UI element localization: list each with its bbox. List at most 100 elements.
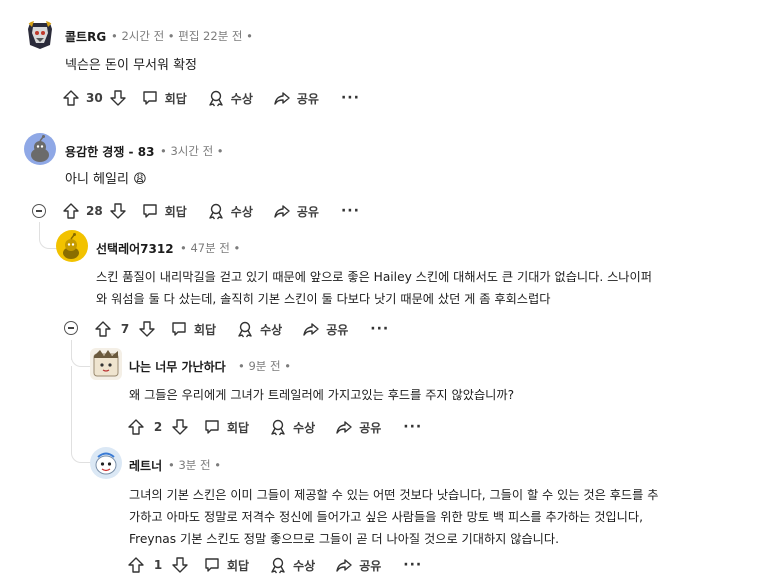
award-ribbon-icon <box>207 89 225 107</box>
share-label: 공유 <box>359 420 382 435</box>
more-options-button[interactable]: ··· <box>403 557 422 573</box>
upvote-arrow-icon[interactable] <box>127 556 145 574</box>
award-label: 수상 <box>230 91 253 106</box>
share-button[interactable]: 공유 <box>335 556 381 574</box>
award-button[interactable]: 수상 <box>207 202 253 220</box>
comment-body-line: 와 워섬을 둘 다 샀는데, 솔직히 기본 스킨이 둘 다보다 낫기 때문에 샀… <box>96 292 551 306</box>
comment-meta: • 3분 전 • <box>168 458 222 472</box>
comment-actions: 2 회답 수상 공유 ··· <box>127 415 422 439</box>
reply-label: 회답 <box>194 322 217 337</box>
award-ribbon-icon <box>269 418 287 436</box>
avatar[interactable] <box>24 19 56 51</box>
downvote-arrow-icon[interactable] <box>171 418 189 436</box>
reply-button[interactable]: 회답 <box>141 89 187 107</box>
reply-label: 회답 <box>164 91 187 106</box>
speech-bubble-icon <box>141 202 159 220</box>
share-arrow-icon <box>335 418 353 436</box>
speech-bubble-icon <box>170 320 188 338</box>
downvote-arrow-icon[interactable] <box>171 556 189 574</box>
reply-label: 회답 <box>227 558 250 573</box>
comment-meta: • 47분 전 • <box>180 241 241 255</box>
award-label: 수상 <box>230 204 253 219</box>
award-button[interactable]: 수상 <box>269 556 315 574</box>
award-button[interactable]: 수상 <box>207 89 253 107</box>
vote-group: 28 <box>62 202 127 220</box>
share-arrow-icon <box>273 202 291 220</box>
share-label: 공유 <box>359 558 382 573</box>
share-arrow-icon <box>302 320 320 338</box>
upvote-arrow-icon[interactable] <box>94 320 112 338</box>
comment-body-line: Freynas 기본 스킨도 정말 좋으므로 그들이 곧 더 나아질 것으로 기… <box>129 532 559 546</box>
more-options-button[interactable]: ··· <box>403 419 422 435</box>
comment-author[interactable]: 나는 너무 가난하다 <box>129 358 226 375</box>
vote-count: 1 <box>153 558 163 572</box>
share-button[interactable]: 공유 <box>273 202 319 220</box>
reply-button[interactable]: 회답 <box>203 418 249 436</box>
speech-bubble-icon <box>141 89 159 107</box>
speech-bubble-icon <box>203 418 221 436</box>
vote-count: 7 <box>120 322 130 336</box>
more-options-button[interactable]: ··· <box>341 90 360 106</box>
share-arrow-icon <box>335 556 353 574</box>
comment-body-line: 그녀의 기본 스킨은 이미 그들이 제공할 수 있는 어떤 것보다 낫습니다, … <box>129 488 659 502</box>
more-options-button[interactable]: ··· <box>341 203 360 219</box>
award-ribbon-icon <box>236 320 254 338</box>
reply-button[interactable]: 회답 <box>203 556 249 574</box>
comment-author[interactable]: 콜트RG <box>65 28 106 45</box>
award-label: 수상 <box>293 558 316 573</box>
comment-author[interactable]: 용감한 경쟁 - 83 <box>65 143 154 160</box>
share-label: 공유 <box>296 204 319 219</box>
comment-body: 아니 헤일리 😩 <box>65 172 147 187</box>
vote-group: 7 <box>94 320 156 338</box>
comment-meta: • 2시간 전 • 편집 22분 전 • <box>111 29 253 43</box>
award-ribbon-icon <box>269 556 287 574</box>
comment-meta: • 9분 전 • <box>238 359 292 373</box>
avatar[interactable] <box>90 447 122 479</box>
reply-label: 회답 <box>227 420 250 435</box>
share-arrow-icon <box>273 89 291 107</box>
downvote-arrow-icon[interactable] <box>109 202 127 220</box>
vote-group: 30 <box>62 89 127 107</box>
comment-author[interactable]: 선택레어7312 <box>96 240 174 257</box>
downvote-arrow-icon[interactable] <box>138 320 156 338</box>
collapse-minus-icon[interactable] <box>32 204 46 218</box>
comment-actions: 1 회답 수상 공유 ··· <box>127 553 422 577</box>
award-label: 수상 <box>260 322 283 337</box>
comment-actions: 28 회답 수상 공유 ··· <box>62 199 360 223</box>
vote-count: 30 <box>86 91 103 105</box>
collapse-minus-icon[interactable] <box>64 321 78 335</box>
reply-button[interactable]: 회답 <box>170 320 216 338</box>
award-label: 수상 <box>293 420 316 435</box>
more-options-button[interactable]: ··· <box>370 321 389 337</box>
share-button[interactable]: 공유 <box>302 320 348 338</box>
award-ribbon-icon <box>207 202 225 220</box>
share-button[interactable]: 공유 <box>335 418 381 436</box>
comment-author[interactable]: 레트너 <box>129 457 162 474</box>
avatar[interactable] <box>24 133 56 165</box>
share-label: 공유 <box>326 322 349 337</box>
avatar[interactable] <box>56 230 88 262</box>
avatar[interactable] <box>90 348 122 380</box>
award-button[interactable]: 수상 <box>269 418 315 436</box>
speech-bubble-icon <box>203 556 221 574</box>
award-button[interactable]: 수상 <box>236 320 282 338</box>
reply-button[interactable]: 회답 <box>141 202 187 220</box>
thread-elbow-3 <box>71 366 94 463</box>
upvote-arrow-icon[interactable] <box>62 89 80 107</box>
downvote-arrow-icon[interactable] <box>109 89 127 107</box>
upvote-arrow-icon[interactable] <box>62 202 80 220</box>
comment-actions: 30 회답 수상 공유 ··· <box>62 86 360 110</box>
vote-count: 2 <box>153 420 163 434</box>
vote-count: 28 <box>86 204 103 218</box>
comment-actions: 7 회답 수상 공유 ··· <box>94 317 389 341</box>
comment-body-line: 스킨 품질이 내리막길을 걷고 있기 때문에 앞으로 좋은 Hailey 스킨에… <box>96 270 652 284</box>
share-button[interactable]: 공유 <box>273 89 319 107</box>
reply-label: 회답 <box>164 204 187 219</box>
share-label: 공유 <box>296 91 319 106</box>
comment-meta: • 3시간 전 • <box>160 144 224 158</box>
comment-body-line: 가하고 아마도 정말로 저격수 정신에 들어가고 싶은 사람들을 위한 망토 백… <box>129 510 643 524</box>
comment-body: 넥슨은 돈이 무서워 확정 <box>65 58 197 73</box>
vote-group: 2 <box>127 418 189 436</box>
comment-body: 왜 그들은 우리에게 그녀가 트레일러에 가지고있는 후드를 주지 않았습니까? <box>129 388 515 402</box>
upvote-arrow-icon[interactable] <box>127 418 145 436</box>
